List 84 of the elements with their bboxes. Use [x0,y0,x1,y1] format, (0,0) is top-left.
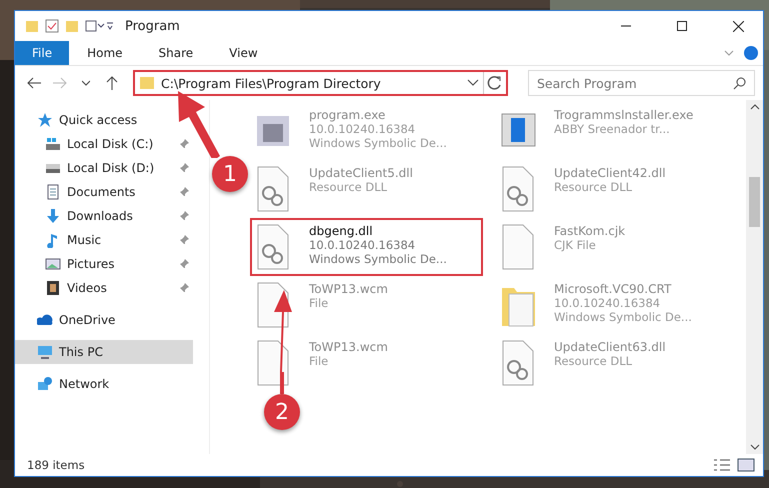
pc-icon [37,344,53,360]
dropdown-icon[interactable] [467,79,479,87]
network-icon [37,376,53,392]
folder-icon [25,19,39,33]
file-name: Microsoft.VC90.CRT [554,282,672,296]
address-path: C:\Program Files\Program Directory [161,76,382,90]
pin-icon[interactable] [179,163,189,173]
back-icon[interactable] [27,77,41,89]
pin-icon[interactable] [179,283,189,293]
file-name: UpdateClient5.dll [309,166,413,180]
file-detail: ABBY Sreenador tr... [554,122,671,136]
nav-item[interactable]: Local Disk (D:) [15,156,193,180]
file-detail: Resource DLL [309,180,388,194]
up-icon[interactable] [106,76,118,90]
large-icons-view-icon[interactable] [737,458,755,472]
nav-item[interactable]: Videos [15,276,193,300]
item-count: 189 items [27,458,86,472]
nav-item[interactable]: Local Disk (C:) [15,132,193,156]
file-menu-button[interactable]: File [15,41,70,65]
address-bar[interactable]: C:\Program Files\Program Directory [133,70,508,96]
windows-drive-icon [45,136,61,152]
details-view-icon[interactable] [713,458,731,472]
nav-item[interactable]: Documents [15,180,193,204]
file-name: UpdateClient63.dll [554,340,666,354]
scroll-thumb[interactable] [749,177,760,227]
file-detail: File [309,296,330,310]
file-detail: File [309,354,330,368]
file-detail: Windows Symbolic De... [309,252,447,266]
downloads-icon [45,208,61,224]
search-field[interactable]: Search Program [528,70,755,96]
caret-icon[interactable] [82,80,90,86]
file-detail: Resource DLL [554,180,634,194]
ribbon-tab[interactable]: View [211,41,276,65]
ribbon-tab[interactable]: Share [140,41,212,65]
file-name: dbgeng.dll [309,224,374,238]
videos-icon [45,280,61,296]
nav-item[interactable]: Downloads [15,204,193,228]
file-icon [256,224,291,270]
help-icon[interactable] [743,45,759,61]
nav-item[interactable]: OneDrive [15,308,193,332]
minimize-icon[interactable] [621,25,631,27]
pin-icon[interactable] [179,235,189,245]
folder-icon [139,76,155,90]
file-detail: 10.0.10240.16384 [309,122,416,136]
pin-icon[interactable] [179,187,189,197]
documents-icon [45,184,61,200]
ribbon-tab[interactable]: Home [69,41,141,65]
nav-item[interactable]: Pictures [15,252,193,276]
file-detail: Windows Symbolic De... [554,310,692,324]
file-detail: 10.0.10240.16384 [554,296,662,310]
pin-icon[interactable] [179,139,189,149]
file-detail: CJK File [554,238,597,252]
properties-icon[interactable] [45,19,59,33]
file-name: Trogrammslnstaller.exe [554,108,694,122]
file-detail: Resource DLL [554,354,634,368]
file-name: program.exe [309,108,386,122]
nav-item[interactable]: Quick access [15,108,193,132]
file-detail: 10.0.10240.16384 [309,238,416,252]
file-icon [501,224,536,270]
file-tile[interactable]: dbgeng.dll 10.0.10240.16384 Windows Symbolic De... [250,218,483,276]
window-title: Program [125,18,181,34]
maximize-icon[interactable] [677,21,687,31]
file-detail: Windows Symbolic De... [309,136,447,150]
pin-icon[interactable] [179,259,189,269]
scroll-down-icon[interactable] [750,444,760,450]
star-icon [37,112,53,128]
pictures-icon [45,256,61,272]
file-icon [256,166,291,212]
pin-icon[interactable] [179,211,189,221]
nav-item[interactable]: This PC [15,340,193,364]
customize-toolbar-icon[interactable] [85,19,113,33]
close-icon[interactable] [732,20,744,32]
nav-item[interactable]: Music [15,228,193,252]
file-icon [501,166,536,212]
file-icon [501,340,536,386]
scroll-up-icon[interactable] [750,104,760,110]
file-name: ToWP13.wcm [309,340,388,354]
file-name: FastKom.cjk [554,224,626,238]
file-icon [256,340,291,386]
nav-item[interactable]: Network [15,372,193,396]
file-name: UpdateClient42.dll [554,166,666,180]
cloud-icon [37,312,53,328]
scrollbar[interactable] [746,100,763,454]
file-name: ToWP13.wcm [309,282,388,296]
